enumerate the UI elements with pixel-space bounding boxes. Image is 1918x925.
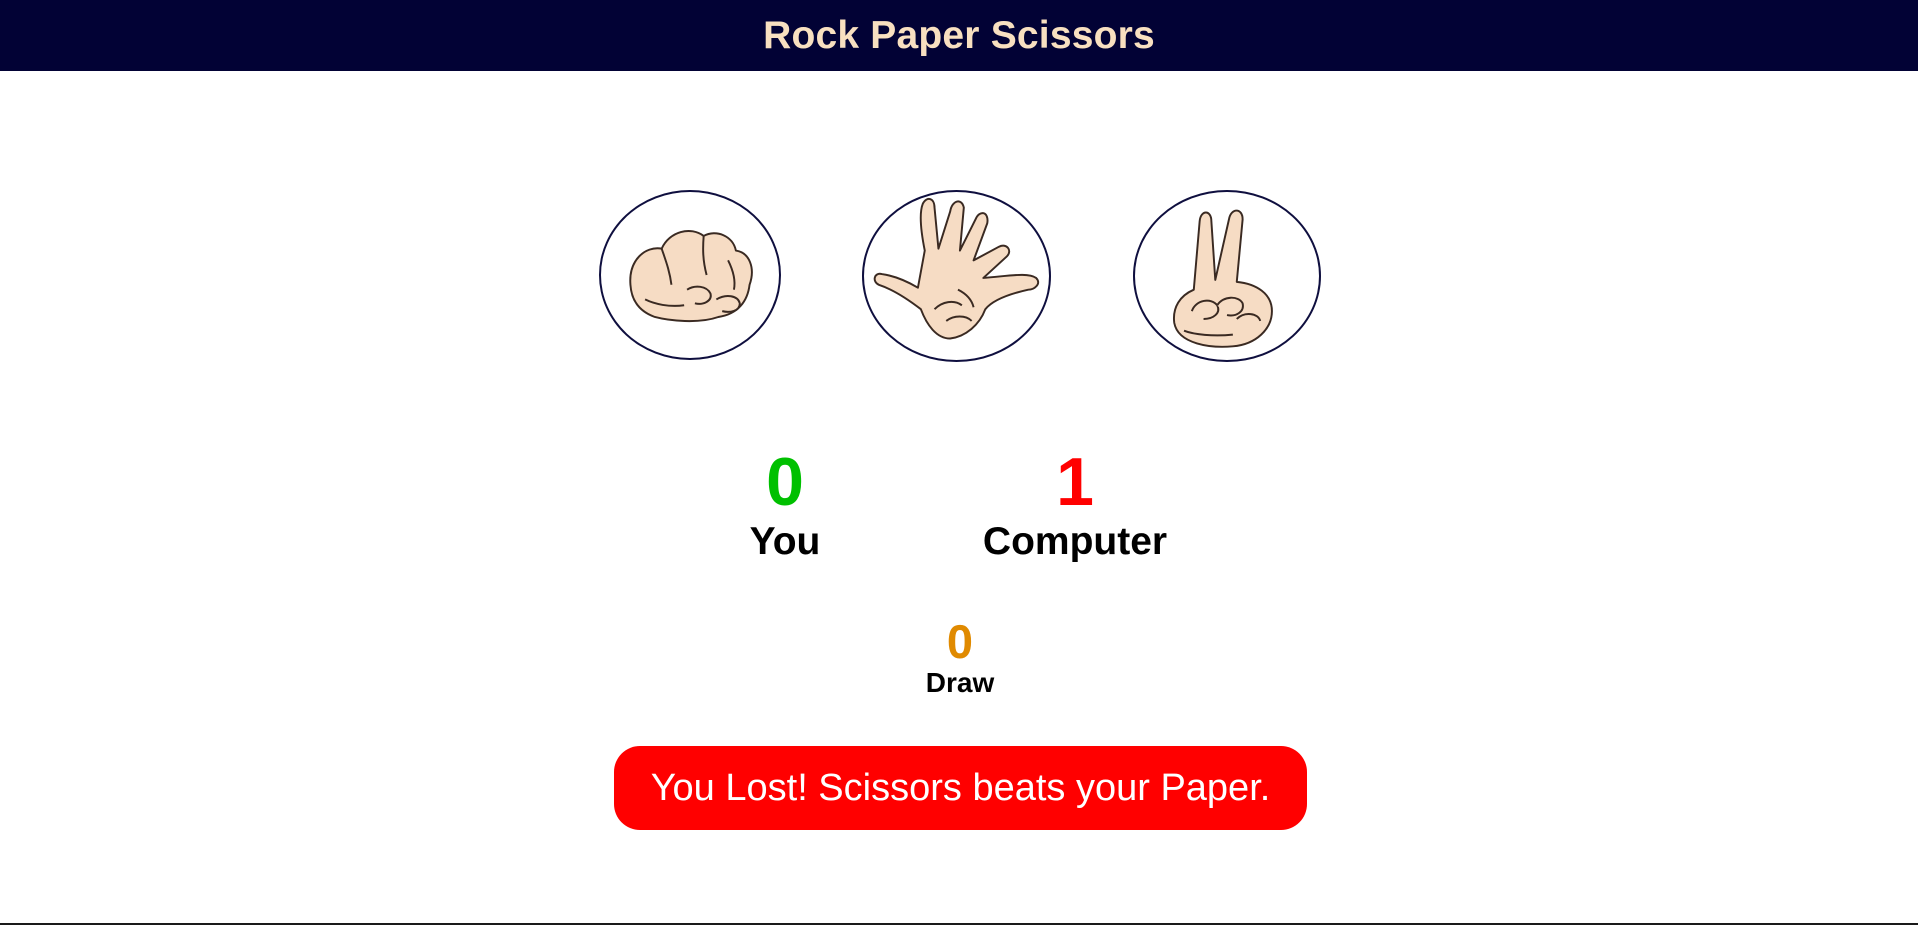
user-score-label: You [749,520,821,563]
header-bar: Rock Paper Scissors [0,0,1918,71]
result-message: You Lost! Scissors beats your Paper. [614,746,1307,830]
computer-score-value: 1 [1056,444,1094,520]
computer-score-label: Computer [982,520,1168,563]
page-title: Rock Paper Scissors [763,13,1155,57]
scissors-choice-button[interactable] [1133,190,1321,362]
fist-hand-icon [629,230,753,323]
draw-score-block: 0 Draw [880,618,1040,699]
rock-choice-button[interactable] [599,190,781,360]
computer-score-block: 1 Computer [960,448,1190,564]
user-score-value: 0 [766,444,804,520]
paper-choice-button[interactable] [862,190,1051,362]
user-score-block: 0 You [700,448,870,564]
peace-hand-icon [1172,209,1273,348]
draw-score-label: Draw [925,667,995,698]
draw-score-value: 0 [946,615,974,668]
open-hand-icon [873,197,1040,340]
